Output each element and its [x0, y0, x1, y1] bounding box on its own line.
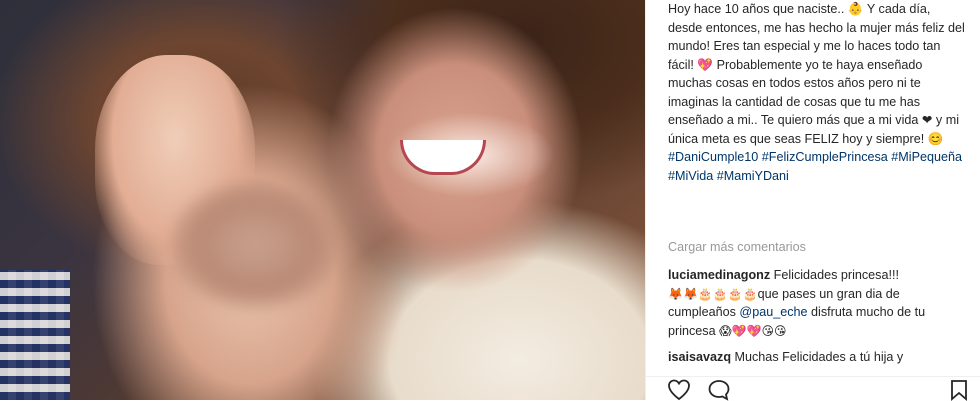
- bookmark-icon: [951, 380, 967, 401]
- photo-smile: [400, 140, 486, 175]
- post-photo: [0, 0, 645, 400]
- comment-emojis: 😱💖💖😘😘: [719, 323, 787, 338]
- comment-text: Felicidades princesa!!!: [770, 268, 899, 282]
- comments-panel: Hoy hace 10 años que naciste.. 👶 Y cada …: [645, 0, 980, 401]
- action-bar: [646, 376, 980, 401]
- comment-item: luciamedinagonz Felicidades princesa!!! …: [668, 266, 968, 340]
- post-caption: Hoy hace 10 años que naciste.. 👶 Y cada …: [668, 0, 968, 185]
- save-button[interactable]: [946, 379, 972, 401]
- caption-text: Hoy hace 10 años que naciste.. 👶 Y cada …: [668, 2, 965, 146]
- comment-username[interactable]: isaisavazq: [668, 350, 731, 364]
- caption-hashtags[interactable]: #DaniCumple10 #FelizCumplePrincesa #MiPe…: [668, 150, 962, 183]
- comment-text: Muchas Felicidades a tú hija y: [731, 350, 904, 364]
- heart-outline-icon: [668, 379, 690, 401]
- load-more-comments-link[interactable]: Cargar más comentarios: [668, 240, 806, 254]
- speech-bubble-icon: [708, 380, 730, 401]
- comment-item: isaisavazq Muchas Felicidades a tú hija …: [668, 348, 968, 367]
- comment-emojis: 🦊🦊🎂🎂🎂🎂: [668, 286, 758, 301]
- photo-plaid-shirt: [0, 270, 70, 400]
- comment-username[interactable]: luciamedinagonz: [668, 268, 770, 282]
- photo-blurred-face: [170, 180, 340, 310]
- comment-button[interactable]: [706, 379, 732, 401]
- comment-mention-link[interactable]: @pau_eche: [739, 305, 807, 319]
- like-button[interactable]: [666, 379, 692, 401]
